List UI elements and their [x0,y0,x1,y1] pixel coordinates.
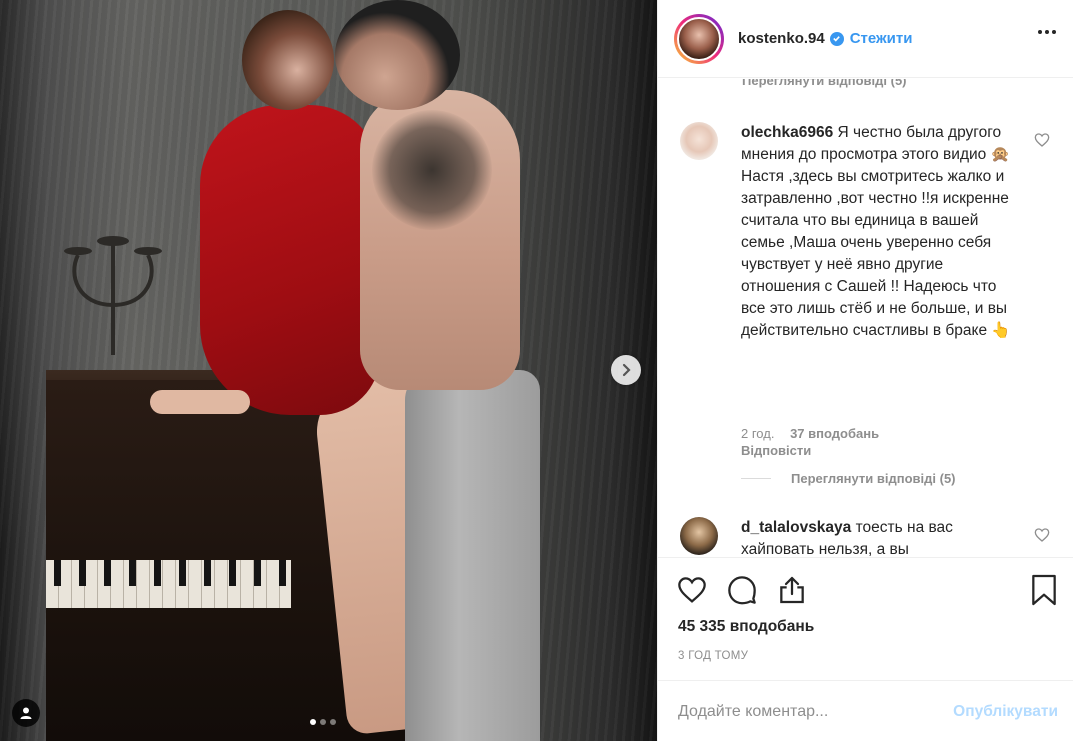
user-tag-button[interactable] [12,699,40,727]
commenter-avatar[interactable] [680,517,718,555]
share-button[interactable] [774,572,810,608]
like-button[interactable] [674,572,710,608]
comment-text: d_talalovskaya тоесть на вас хайповать н… [741,517,1011,557]
comment-likes[interactable]: 37 вподобань [790,426,879,441]
comment-icon [728,576,756,605]
post-actions: 45 335 вподобань 3 год тому Опублікувати [658,557,1073,741]
post-header: kostenko.94 Стежити [658,0,1073,78]
candelabra-decoration [64,236,162,355]
share-icon [780,576,804,604]
save-button[interactable] [1028,572,1060,608]
heart-icon [1034,528,1050,542]
post-media [0,0,657,741]
comment-item: d_talalovskaya тоесть на вас хайповать н… [680,517,1060,557]
comment-username[interactable]: olechka6966 [741,124,833,141]
view-replies-link[interactable]: Переглянути відповіді (5) [741,471,956,486]
commenter-avatar[interactable] [680,122,718,160]
post-comment-button[interactable]: Опублікувати [953,703,1058,721]
author-username[interactable]: kostenko.94 [738,30,825,47]
carousel-indicator [310,719,336,725]
carousel-dot [330,719,336,725]
comment-button[interactable] [724,572,760,608]
comment-username[interactable]: d_talalovskaya [741,519,851,536]
heart-icon [678,577,706,603]
chevron-right-icon [622,363,631,377]
comment-time[interactable]: 2 год. [741,426,774,441]
comment-item: olechka6966 Я честно была другого мнения… [680,122,1060,522]
reply-button[interactable]: Відповісти [741,443,811,459]
comments-list[interactable]: Переглянути відповіді (5) olechka6966 Я … [658,79,1073,557]
verified-badge-icon [829,31,844,46]
add-comment-form: Опублікувати [658,680,1073,741]
post-timestamp[interactable]: 3 год тому [678,650,748,662]
comment-input[interactable] [678,702,954,721]
follow-button[interactable]: Стежити [850,30,913,47]
more-options-button[interactable] [1038,30,1056,34]
author-avatar[interactable] [674,13,724,64]
likes-count[interactable]: 45 335 вподобань [678,618,814,636]
carousel-dot [320,719,326,725]
heart-icon [1034,133,1050,147]
post-photo [0,0,657,741]
comment-text: olechka6966 Я честно была другого мнения… [741,122,1011,342]
comment-like-button[interactable] [1034,132,1050,153]
bookmark-icon [1032,574,1056,606]
user-tag-icon [20,707,32,719]
view-replies-link[interactable]: Переглянути відповіді (5) [742,79,907,88]
comment-meta: 2 год. 37 вподобань [741,426,891,442]
comment-like-button[interactable] [1034,527,1050,548]
next-slide-button[interactable] [611,355,641,385]
divider [741,478,771,479]
post-side-panel: kostenko.94 Стежити Переглянути відповід… [657,0,1073,741]
comment-content: Я честно была другого мнения до просмотр… [741,124,1011,339]
carousel-dot-active [310,719,316,725]
